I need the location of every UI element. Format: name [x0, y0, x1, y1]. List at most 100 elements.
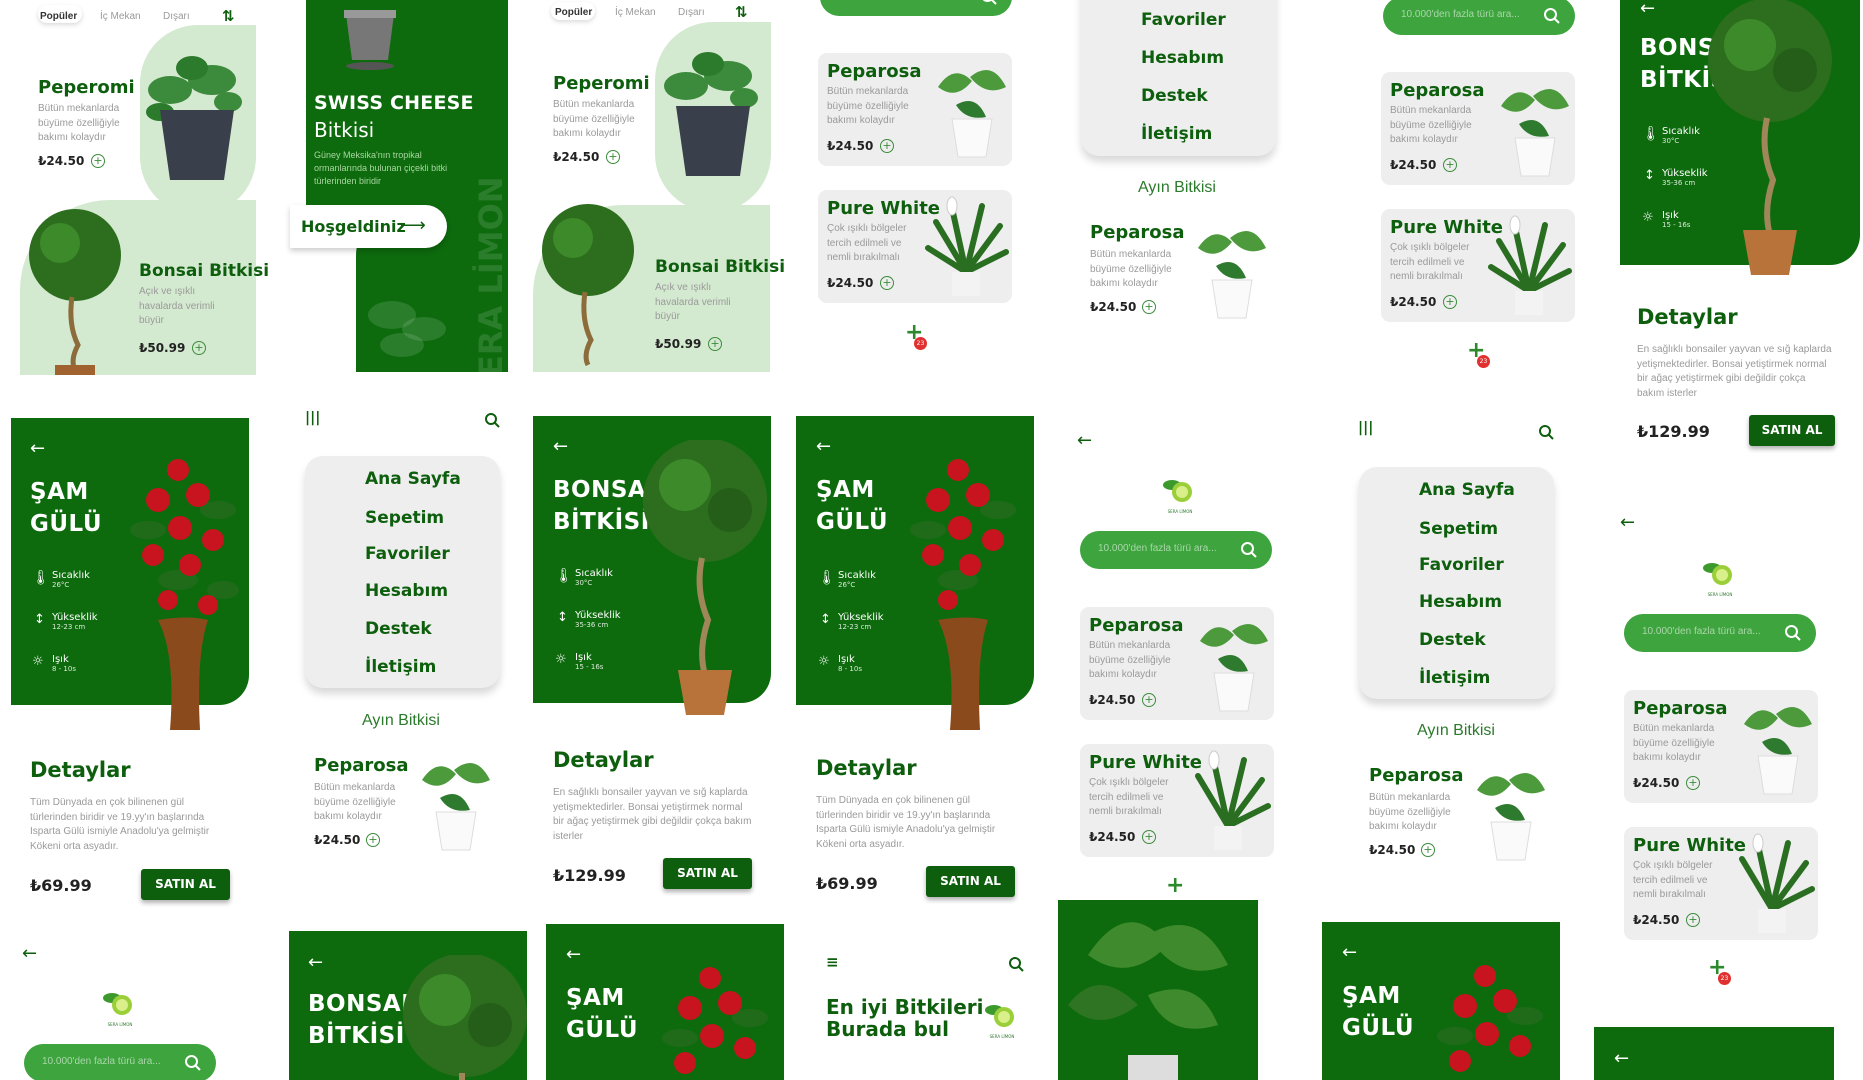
add-to-cart-icon[interactable]: +	[708, 337, 722, 351]
stat-temperature: 🌡 Sıcaklık 26°C	[32, 570, 90, 589]
welcome-button[interactable]: Hoşgeldiniz ⟶	[290, 205, 447, 248]
menu-item-favorites[interactable]: Favoriler	[365, 544, 450, 564]
tab-popular[interactable]: Popüler	[555, 7, 592, 18]
search-bar[interactable]: 10.000'den fazla türü ara...	[24, 1044, 216, 1080]
tab-indoor[interactable]: İç Mekan	[615, 7, 656, 18]
back-arrow-icon[interactable]: ←	[308, 954, 323, 972]
buy-button[interactable]: SATIN AL	[1749, 415, 1835, 446]
add-to-cart-icon[interactable]: +	[1686, 776, 1700, 790]
menu-item-account[interactable]: Hesabım	[365, 581, 448, 601]
back-arrow-icon[interactable]: ←	[566, 946, 581, 964]
search-bar[interactable]: 10.000'den fazla türü ara...	[1383, 0, 1575, 35]
menu-item-contact[interactable]: İletişim	[365, 657, 436, 677]
search-bar[interactable]: 10.000'den fazla türü ara...	[1080, 531, 1272, 569]
product-card[interactable]: Pure White Çok ışıklı bölgeler tercih ed…	[1080, 744, 1274, 857]
search-icon[interactable]	[184, 1054, 202, 1072]
back-arrow-icon[interactable]: ←	[553, 438, 568, 456]
menu-lines-icon[interactable]: ≡	[826, 953, 839, 971]
product-card[interactable]: Pure White Çok ışıklı bölgeler tercih ed…	[1381, 209, 1575, 322]
add-to-cart-icon[interactable]: +	[91, 154, 105, 168]
menu-item-support[interactable]: Destek	[1419, 630, 1486, 650]
back-arrow-icon[interactable]: ←	[1342, 944, 1357, 962]
back-arrow-icon[interactable]: ←	[1620, 514, 1635, 532]
menu-item-contact[interactable]: İletişim	[1141, 124, 1212, 144]
stat-height: ↕ Yükseklik 12-23 cm	[32, 612, 98, 631]
add-to-cart-icon[interactable]: +	[1421, 843, 1435, 857]
thermometer-icon: 🌡	[555, 568, 573, 584]
stat-value: 12-23 cm	[52, 623, 86, 631]
add-to-cart-icon[interactable]: +	[1443, 295, 1457, 309]
detail-title-line2: GÜLÜ	[816, 509, 889, 535]
search-icon[interactable]	[1538, 424, 1554, 440]
menu-item-cart[interactable]: Sepetim	[365, 508, 444, 528]
menu-item-support[interactable]: Destek	[1141, 86, 1208, 106]
stat-label: Sıcaklık	[838, 570, 876, 581]
menu-item-favorites[interactable]: Favoriler	[1419, 555, 1504, 575]
thermometer-icon: 🌡	[1642, 126, 1660, 142]
search-icon[interactable]	[1543, 7, 1561, 25]
back-arrow-icon[interactable]: ←	[30, 440, 45, 458]
tab-outdoor[interactable]: Dışarı	[163, 11, 190, 22]
hamburger-icon[interactable]: |||	[1358, 420, 1373, 436]
product-name: Peparosa	[827, 61, 922, 82]
search-icon[interactable]	[484, 412, 500, 428]
menu-item-account[interactable]: Hesabım	[1141, 48, 1224, 68]
add-to-cart-icon[interactable]: +	[366, 833, 380, 847]
add-to-cart-icon[interactable]: +	[192, 341, 206, 355]
search-icon[interactable]	[1784, 624, 1802, 642]
peparosa-plant-image	[1477, 772, 1545, 861]
product-desc: Çok ışıklı bölgeler tercih edilmeli ve n…	[1390, 242, 1470, 282]
search-bar[interactable]: 10.000'den fazla türü ara...	[1624, 614, 1816, 652]
sort-icon[interactable]: ⇅	[222, 7, 235, 25]
back-arrow-icon[interactable]: ←	[816, 438, 831, 456]
product-price: ₺24.50	[827, 276, 874, 290]
search-icon[interactable]	[980, 0, 998, 6]
product-price: ₺24.50	[1633, 776, 1680, 790]
product-card[interactable]: Pure White Çok ışıklı bölgeler tercih ed…	[1624, 827, 1818, 940]
tab-popular-indicator	[38, 5, 82, 23]
stat-height: ↕ Yükseklik 35-36 cm	[555, 610, 621, 629]
sort-icon[interactable]: ⇅	[735, 3, 748, 21]
product-card[interactable]: Pure White Çok ışıklı bölgeler tercih ed…	[818, 190, 1012, 303]
sun-icon: ☼	[818, 654, 830, 669]
menu-item-cart[interactable]: Sepetim	[1419, 519, 1498, 539]
back-arrow-icon[interactable]: ←	[1640, 0, 1655, 18]
search-bar[interactable]	[820, 0, 1012, 16]
add-to-cart-icon[interactable]: +	[1443, 158, 1457, 172]
menu-item-contact[interactable]: İletişim	[1419, 668, 1490, 688]
add-to-cart-icon[interactable]: +	[1686, 913, 1700, 927]
product-card[interactable]: Peparosa Bütün mekanlarda büyüme özelliğ…	[1080, 607, 1274, 720]
detail-title-line1: ŞAM	[1342, 983, 1401, 1009]
buy-button[interactable]: SATIN AL	[663, 858, 752, 889]
menu-item-home[interactable]: Ana Sayfa	[365, 469, 461, 489]
buy-button[interactable]: SATIN AL	[141, 869, 230, 900]
add-to-cart-icon[interactable]: +	[606, 150, 620, 164]
product-desc: Bütün mekanlarda büyüme özelliğiyle bakı…	[314, 782, 396, 822]
back-arrow-icon[interactable]: ←	[22, 945, 37, 963]
buy-button[interactable]: SATIN AL	[926, 866, 1015, 897]
menu-item-home[interactable]: Ana Sayfa	[1419, 480, 1515, 500]
search-icon[interactable]	[1008, 956, 1024, 972]
add-to-cart-icon[interactable]: +	[880, 139, 894, 153]
stat-value: 26°C	[838, 581, 856, 589]
stat-label: Sıcaklık	[1662, 126, 1700, 137]
add-to-cart-icon[interactable]: +	[1142, 693, 1156, 707]
product-card[interactable]: Peparosa Bütün mekanlarda büyüme özelliğ…	[818, 53, 1012, 166]
stat-value: 35-36 cm	[1662, 179, 1696, 187]
tab-indoor[interactable]: İç Mekan	[100, 11, 141, 22]
back-arrow-icon[interactable]: ←	[1614, 1050, 1629, 1068]
product-card[interactable]: Peparosa Bütün mekanlarda büyüme özelliğ…	[1381, 72, 1575, 185]
hamburger-icon[interactable]: |||	[305, 410, 320, 426]
menu-item-account[interactable]: Hesabım	[1419, 592, 1502, 612]
add-to-cart-icon[interactable]: +	[1142, 830, 1156, 844]
product-card[interactable]: Peparosa Bütün mekanlarda büyüme özelliğ…	[1624, 690, 1818, 803]
menu-item-support[interactable]: Destek	[365, 619, 432, 639]
tab-outdoor[interactable]: Dışarı	[678, 7, 705, 18]
add-to-cart-icon[interactable]: +	[880, 276, 894, 290]
home-heading: En iyi Bitkileri Burada bul	[826, 996, 984, 1040]
detail-desc: En sağlıklı bonsailer yayvan ve sığ kapl…	[1637, 344, 1832, 399]
search-icon[interactable]	[1240, 541, 1258, 559]
add-to-cart-icon[interactable]: +	[1142, 300, 1156, 314]
menu-item-favorites[interactable]: Favoriler	[1141, 10, 1226, 30]
back-arrow-icon[interactable]: ←	[1077, 432, 1092, 450]
